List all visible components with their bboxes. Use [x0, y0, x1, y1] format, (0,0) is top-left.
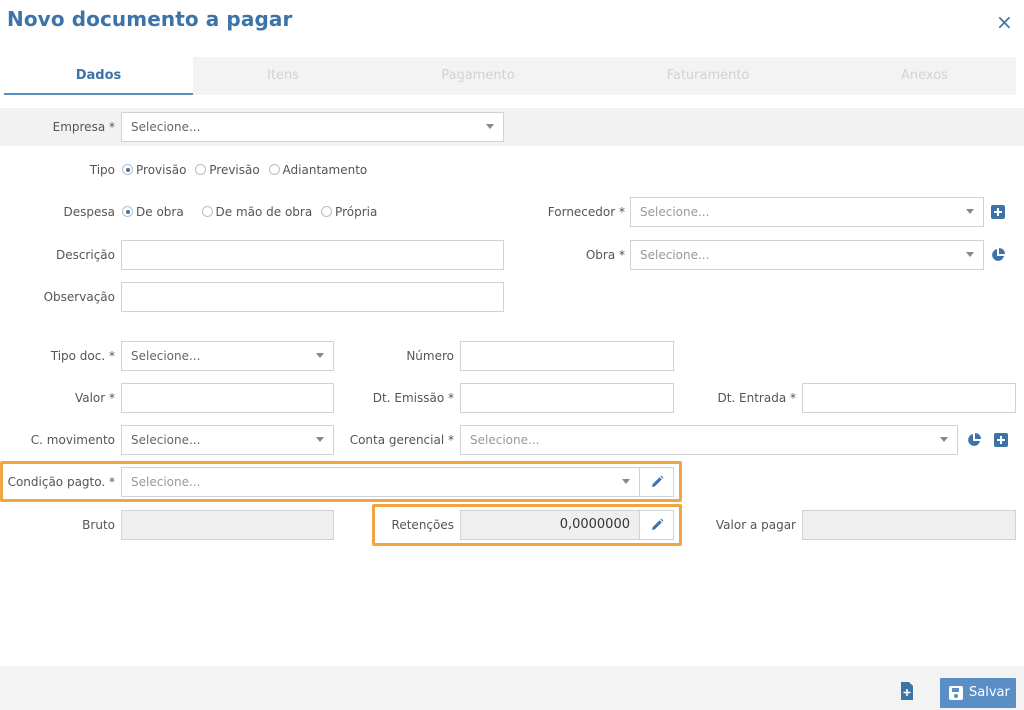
dt-entrada-input[interactable] — [802, 383, 1016, 413]
tab-itens[interactable]: Itens — [193, 57, 373, 95]
empresa-placeholder: Selecione... — [131, 120, 201, 134]
observacao-input[interactable] — [121, 282, 504, 312]
tab-faturamento[interactable]: Faturamento — [583, 57, 833, 95]
tipo-option-adiantamento: Adiantamento — [282, 163, 368, 177]
close-icon[interactable]: × — [996, 10, 1013, 34]
tipo-doc-placeholder: Selecione... — [131, 349, 201, 363]
new-document-icon[interactable] — [899, 682, 915, 700]
tab-dados[interactable]: Dados — [4, 57, 193, 95]
pie-chart-icon[interactable] — [991, 248, 1005, 262]
bruto-input — [121, 510, 334, 540]
tipo-doc-label: Tipo doc. * — [50, 349, 115, 363]
retencoes-label: Retenções — [391, 518, 454, 532]
chevron-down-icon — [940, 437, 948, 442]
despesa-option-propria: Própria — [335, 205, 378, 219]
fornecedor-select[interactable]: Selecione... — [630, 197, 984, 227]
conta-gerencial-placeholder: Selecione... — [470, 433, 540, 447]
obra-select[interactable]: Selecione... — [630, 240, 984, 270]
numero-label: Número — [406, 349, 454, 363]
tab-anexos[interactable]: Anexos — [833, 57, 1016, 95]
valor-a-pagar-label: Valor a pagar — [715, 518, 796, 532]
despesa-radio-propria[interactable] — [321, 206, 333, 217]
c-movimento-label: C. movimento — [30, 433, 115, 447]
save-button[interactable]: Salvar — [940, 678, 1016, 708]
tab-bar: Dados Itens Pagamento Faturamento Anexos — [4, 57, 1016, 95]
add-conta-icon[interactable] — [994, 433, 1008, 447]
retencoes-value: 0,0000000 — [559, 517, 630, 532]
obra-label: Obra * — [585, 248, 625, 262]
observacao-label: Observação — [43, 290, 115, 304]
valor-a-pagar-input — [802, 510, 1016, 540]
condicao-pagto-select[interactable]: Selecione... — [121, 467, 674, 497]
edit-retencoes-button[interactable] — [639, 511, 673, 539]
dialog-footer — [0, 666, 1024, 710]
pencil-icon — [652, 475, 664, 487]
valor-label: Valor * — [74, 391, 115, 405]
chevron-down-icon — [316, 353, 324, 358]
descricao-input[interactable] — [121, 240, 504, 270]
floppy-disk-icon — [949, 686, 963, 700]
chevron-down-icon — [316, 437, 324, 442]
bruto-label: Bruto — [82, 518, 115, 532]
despesa-option-mao-de-obra: De mão de obra — [215, 205, 313, 219]
c-movimento-placeholder: Selecione... — [131, 433, 201, 447]
valor-input[interactable] — [121, 383, 334, 413]
obra-placeholder: Selecione... — [640, 248, 710, 262]
despesa-radio-group: De obra De mão de obra Própria — [122, 202, 382, 222]
edit-condicao-button[interactable] — [639, 468, 673, 496]
chevron-down-icon — [966, 252, 974, 257]
chevron-down-icon — [966, 209, 974, 214]
pie-chart-icon[interactable] — [967, 433, 981, 447]
tipo-option-provisao: Provisão — [136, 163, 187, 177]
descricao-label: Descrição — [55, 248, 115, 262]
dt-entrada-label: Dt. Entrada * — [717, 391, 796, 405]
chevron-down-icon — [486, 124, 494, 129]
despesa-label: Despesa — [63, 205, 115, 219]
tipo-radio-group: Provisão Previsão Adiantamento — [122, 160, 372, 180]
tipo-radio-previsao[interactable] — [195, 164, 207, 175]
numero-input[interactable] — [460, 341, 674, 371]
despesa-option-de-obra: De obra — [136, 205, 184, 219]
despesa-radio-de-obra[interactable] — [122, 206, 133, 217]
conta-gerencial-label: Conta gerencial * — [349, 433, 454, 447]
c-movimento-select[interactable]: Selecione... — [121, 425, 334, 455]
dt-emissao-label: Dt. Emissão * — [372, 391, 454, 405]
conta-gerencial-select[interactable]: Selecione... — [460, 425, 958, 455]
save-button-label: Salvar — [969, 685, 1010, 700]
tipo-radio-provisao[interactable] — [122, 164, 133, 175]
condicao-pagto-placeholder: Selecione... — [131, 475, 201, 489]
retencoes-input: 0,0000000 — [460, 510, 674, 540]
tipo-doc-select[interactable]: Selecione... — [121, 341, 334, 371]
tipo-option-previsao: Previsão — [209, 163, 260, 177]
pencil-icon — [652, 518, 664, 530]
fornecedor-label: Fornecedor * — [547, 205, 625, 219]
condicao-pagto-label: Condição pagto. * — [7, 475, 115, 489]
add-fornecedor-icon[interactable] — [991, 205, 1005, 219]
tipo-radio-adiantamento[interactable] — [268, 164, 280, 175]
dt-emissao-input[interactable] — [460, 383, 674, 413]
despesa-radio-mao-de-obra[interactable] — [201, 206, 213, 217]
tab-pagamento[interactable]: Pagamento — [373, 57, 583, 95]
chevron-down-icon — [622, 479, 630, 484]
empresa-select[interactable]: Selecione... — [121, 112, 504, 142]
empresa-label: Empresa * — [52, 120, 115, 134]
dialog-title: Novo documento a pagar — [7, 7, 293, 31]
fornecedor-placeholder: Selecione... — [640, 205, 710, 219]
tipo-label: Tipo — [89, 163, 115, 177]
